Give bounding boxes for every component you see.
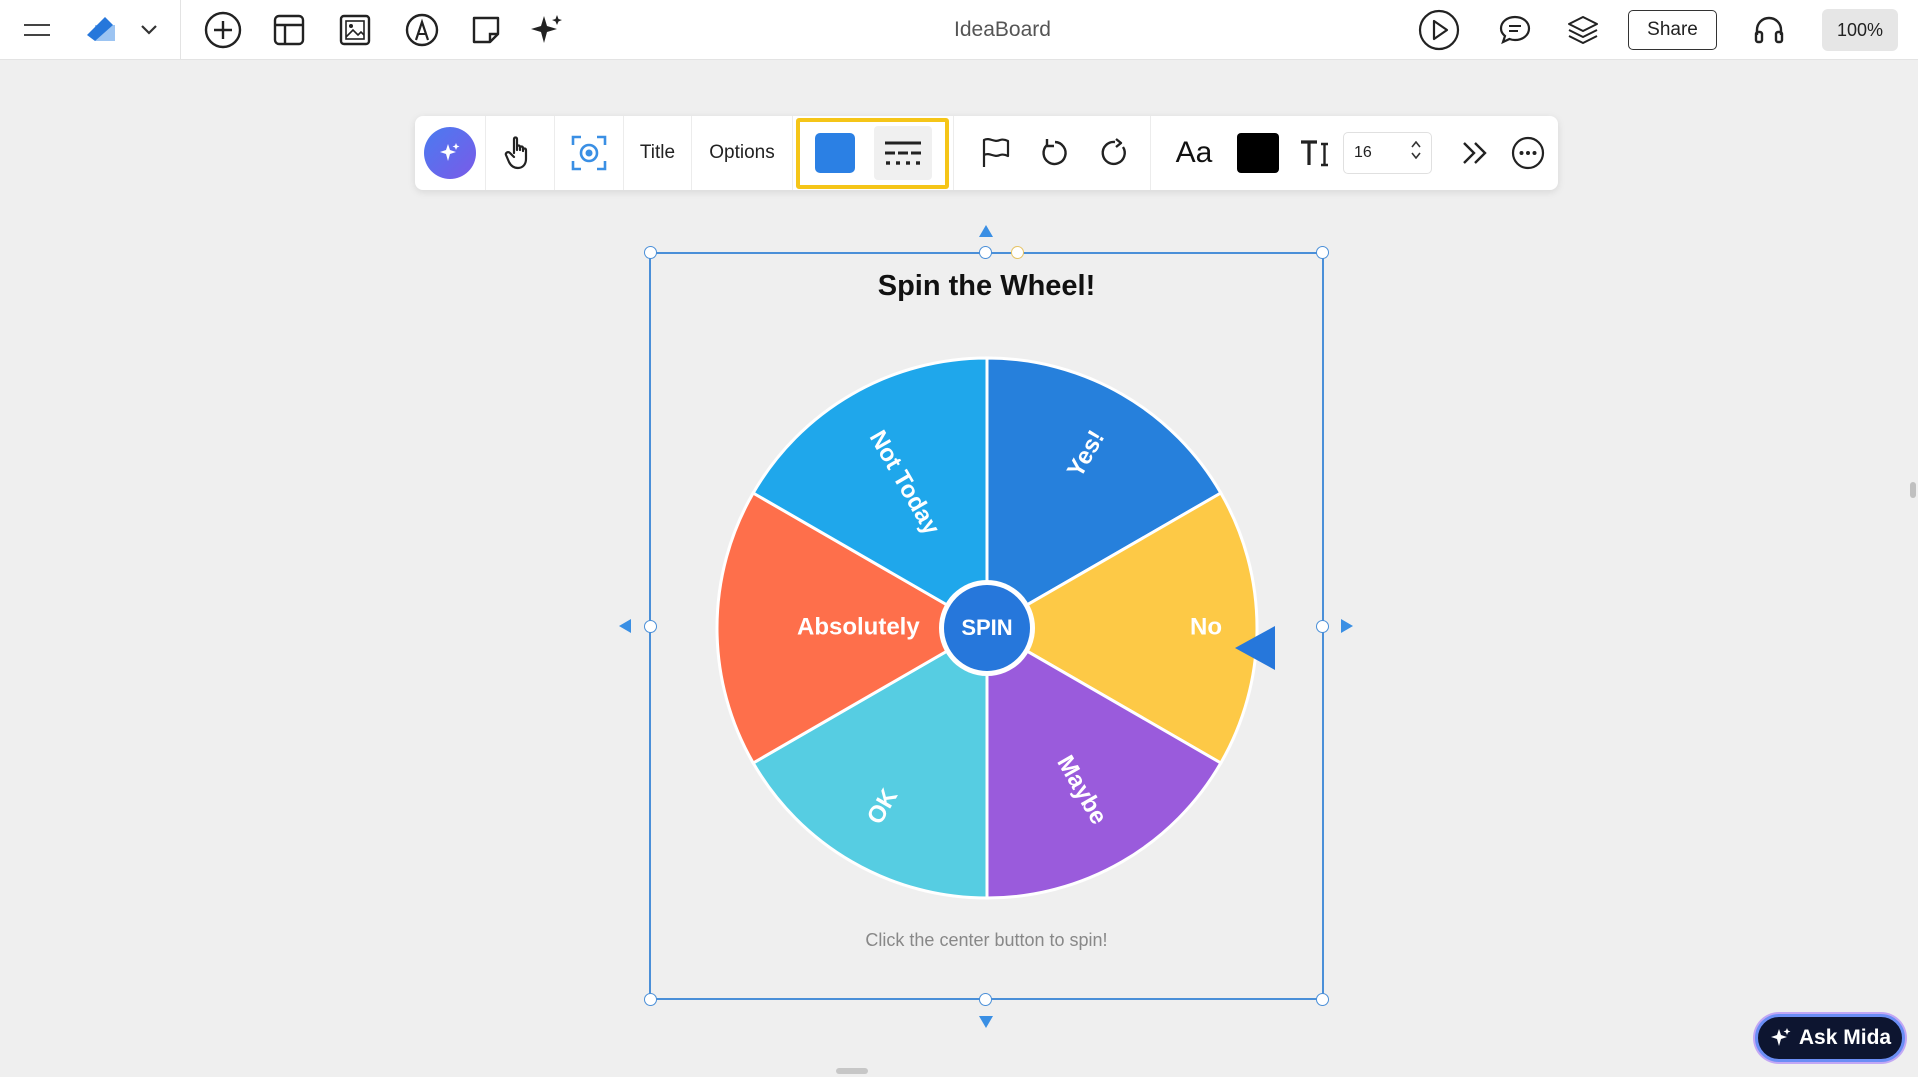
pen-tool-icon[interactable] [401,0,443,60]
horizontal-scrollbar[interactable] [836,1068,868,1074]
spin-button-label[interactable]: SPIN [961,615,1012,640]
ai-assist-button[interactable] [415,116,485,190]
title-button[interactable]: Title [624,116,691,190]
connector-arrow-left-icon[interactable] [618,618,632,634]
comment-icon[interactable] [1495,0,1535,60]
hand-pointer-icon[interactable] [486,116,554,190]
board-logo-icon[interactable] [80,0,122,60]
stepper-down-icon[interactable] [1411,152,1421,159]
sparkle-icon[interactable] [526,0,568,60]
font-family-button[interactable]: Aa [1160,116,1228,190]
sticky-note-icon[interactable] [465,0,507,60]
resize-handle-right[interactable] [1316,620,1329,633]
undo-icon[interactable] [1025,116,1085,190]
resize-handle-left[interactable] [644,620,657,633]
chevron-down-icon[interactable] [135,0,163,60]
wheel-segment-label: Absolutely [797,613,920,640]
ask-mida-label: Ask Mida [1798,1026,1892,1049]
double-chevron-right-icon[interactable] [1450,116,1500,190]
menu-icon[interactable] [17,0,57,60]
resize-handle-top[interactable] [979,246,992,259]
ask-mida-button[interactable]: Ask Mida [1755,1014,1905,1062]
options-button[interactable]: Options [692,116,792,190]
stepper-up-icon[interactable] [1411,141,1421,148]
resize-handle-top-right[interactable] [1316,246,1329,259]
share-button[interactable]: Share [1628,10,1717,50]
resize-handle-bottom-right[interactable] [1316,993,1329,1006]
wheel-title: Spin the Wheel! [877,270,1096,302]
connector-arrow-down-icon[interactable] [978,1015,994,1029]
wheel-segment-label: No [1190,613,1222,640]
wheel-hint: Click the center button to spin! [865,930,1108,950]
play-icon[interactable] [1417,0,1461,60]
text-color-button[interactable] [1230,116,1286,190]
top-bar: IdeaBoard Share 100% [0,0,1918,60]
flag-icon[interactable] [965,116,1025,190]
element-toolbar: Title Options Aa 16 [415,116,1558,190]
redo-icon[interactable] [1085,116,1145,190]
layers-icon[interactable] [1563,0,1603,60]
connector-arrow-right-icon[interactable] [1340,618,1354,634]
topbar-divider [180,0,181,60]
app-title: IdeaBoard [954,18,1051,41]
font-size-value: 16 [1354,144,1372,161]
font-size-stepper[interactable]: 16 [1343,132,1432,174]
resize-handle-bottom-left[interactable] [644,993,657,1006]
headset-icon[interactable] [1749,0,1789,60]
sparkle-icon [1770,1028,1791,1046]
resize-handle-top-left[interactable] [644,246,657,259]
add-circle-icon[interactable] [201,0,245,60]
focus-icon[interactable] [555,116,623,190]
spin-wheel[interactable]: Yes!NoMaybeOKAbsolutelyNot TodaySPIN [700,340,1300,920]
text-color-swatch [1237,133,1279,173]
text-size-icon[interactable] [1287,116,1343,190]
resize-handle-bottom[interactable] [979,993,992,1006]
ai-sparkle-icon [424,127,476,179]
template-icon[interactable] [268,0,310,60]
image-icon[interactable] [334,0,376,60]
zoom-level-button[interactable]: 100% [1822,9,1898,51]
rotate-handle[interactable] [1011,246,1024,259]
more-icon[interactable] [1503,116,1553,190]
vertical-scrollbar[interactable] [1910,482,1916,498]
connector-arrow-up-icon[interactable] [978,224,994,238]
highlight-box [796,118,949,189]
